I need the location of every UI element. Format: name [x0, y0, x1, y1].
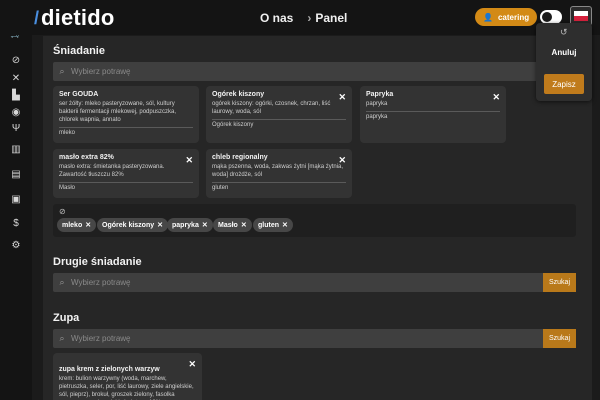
sidebar: » 🛒 ⊘ ✕ ▙ ◉ Ψ ▥ ▤ ▣ $ ⚙	[0, 0, 32, 400]
no-gluten-icon[interactable]: ⊘	[10, 55, 22, 67]
cancel-button[interactable]: Anuluj	[536, 48, 592, 57]
close-icon[interactable]: ✕	[157, 221, 163, 229]
close-icon[interactable]: ✕	[241, 221, 247, 229]
nav-about[interactable]: O nas	[260, 11, 293, 25]
save-popup: ↺ Anuluj Zapisz	[536, 23, 592, 101]
dish-name: Papryka	[366, 91, 394, 98]
divider	[212, 182, 346, 183]
dish-card: ✕ Ogórek kiszony ogórek kiszony: ogórki,…	[206, 86, 352, 143]
dish-allergen: gluten	[212, 185, 229, 191]
allergen-chip[interactable]: mleko ✕	[57, 218, 97, 232]
dish-card: ✕ masło extra 82% masło extra: śmietanka…	[53, 149, 199, 198]
chip-label: Masło	[218, 221, 238, 229]
divider	[366, 111, 500, 112]
save-button[interactable]: Zapisz	[544, 74, 584, 94]
second-breakfast-search[interactable]: ⌕ Szukaj	[53, 273, 576, 292]
search-icon: ⌕	[59, 333, 65, 343]
cutlery-logo-icon: /	[34, 7, 40, 28]
soup-search-input[interactable]	[71, 334, 543, 343]
chip-label: Ogórek kiszony	[102, 221, 155, 229]
settings-icon[interactable]: ⚙	[10, 240, 22, 252]
dish-card: ✕ Papryka papryka papryka	[360, 86, 506, 143]
catering-label: catering	[497, 12, 530, 22]
theme-toggle[interactable]	[540, 10, 562, 24]
dish-card: ✕ chleb regionalny mąka pszenna, woda, z…	[206, 149, 352, 198]
search-icon: ⌕	[59, 66, 65, 76]
dish-name: Ser GOUDA	[59, 91, 99, 98]
allergen-chip[interactable]: Masło ✕	[213, 218, 252, 232]
globe-icon[interactable]: ◉	[10, 107, 22, 119]
dish-card: Ser GOUDA ser żółty: mleko pasteryzowane…	[53, 86, 199, 143]
dish-desc: masło extra: śmietanka pasteryzowana. Za…	[59, 164, 165, 178]
top-nav: O nas › Panel	[260, 11, 347, 25]
search-button[interactable]: Szukaj	[543, 329, 576, 348]
top-bar: / dietido O nas › Panel 👤 catering	[0, 0, 600, 35]
breakfast-search[interactable]: ⌕	[53, 62, 576, 81]
section-title-soup: Zupa	[53, 312, 80, 324]
dish-desc: krem: bulion warzywny (woda, marchew, pi…	[59, 376, 194, 398]
cutlery-icon[interactable]: Ψ	[10, 123, 22, 135]
toggle-knob	[542, 12, 552, 22]
chip-label: gluten	[258, 221, 279, 229]
dish-name: masło extra 82%	[59, 154, 114, 161]
brand-logo[interactable]: / dietido	[34, 5, 115, 31]
soup-search[interactable]: ⌕ Szukaj	[53, 329, 576, 348]
second-breakfast-search-input[interactable]	[71, 278, 543, 287]
divider	[59, 127, 193, 128]
factory-icon[interactable]: ▙	[10, 90, 22, 102]
dish-card: ✕ zupa krem z zielonych warzyw krem: bul…	[53, 353, 202, 400]
main-panel: Śniadanie ⌕ Ser GOUDA ser żółty: mleko p…	[43, 36, 592, 400]
user-icon: 👤	[483, 12, 493, 22]
dish-allergen: Masło	[59, 185, 76, 191]
dish-name: chleb regionalny	[212, 154, 268, 161]
no-gluten-icon: ⊘	[59, 207, 66, 216]
nav-panel-label: Panel	[315, 11, 348, 25]
dish-desc: papryka	[366, 101, 388, 107]
close-icon[interactable]: ✕	[185, 155, 193, 166]
dish-allergen: papryka	[366, 114, 388, 120]
close-icon[interactable]: ✕	[188, 359, 196, 370]
close-icon[interactable]: ✕	[85, 221, 91, 229]
chip-label: papryka	[172, 221, 199, 229]
dish-desc: ogórek kiszony: ogórki, czosnek, chrzan,…	[212, 101, 331, 115]
search-icon: ⌕	[59, 277, 65, 287]
dish-desc: ser żółty: mleko pasteryzowane, sól, kul…	[59, 101, 177, 123]
allergen-chip[interactable]: papryka ✕	[167, 218, 213, 232]
barcode-icon[interactable]: ▥	[10, 144, 22, 156]
search-button[interactable]: Szukaj	[543, 273, 576, 292]
poland-flag-icon	[574, 11, 588, 21]
box-icon[interactable]: ▣	[10, 194, 22, 206]
allergen-chip[interactable]: gluten ✕	[253, 218, 293, 232]
close-icon[interactable]: ✕	[338, 92, 346, 103]
dish-name: Ogórek kiszony	[212, 91, 265, 98]
dish-desc: mąka pszenna, woda, zakwas żytni [mąka ż…	[212, 164, 344, 178]
dollar-icon[interactable]: $	[10, 218, 22, 230]
undo-icon[interactable]: ↺	[560, 27, 568, 38]
close-icon[interactable]: ✕	[282, 221, 288, 229]
dish-allergen: mleko	[59, 130, 76, 136]
dish-allergen: Ogórek kiszony	[212, 122, 254, 128]
app-root: » 🛒 ⊘ ✕ ▙ ◉ Ψ ▥ ▤ ▣ $ ⚙ / dietido O nas …	[0, 0, 600, 400]
close-icon[interactable]: ✕	[338, 155, 346, 166]
section-title-second-breakfast: Drugie śniadanie	[53, 256, 142, 268]
breakfast-search-input[interactable]	[71, 67, 576, 76]
catering-button[interactable]: 👤 catering	[475, 8, 538, 26]
allergen-chip[interactable]: Ogórek kiszony ✕	[97, 218, 169, 232]
section-title-breakfast: Śniadanie	[53, 45, 105, 57]
chip-label: mleko	[62, 221, 83, 229]
divider	[59, 182, 193, 183]
truck-icon[interactable]: ▤	[10, 169, 22, 181]
close-icon[interactable]: ✕	[202, 221, 208, 229]
chevron-right-icon: ›	[307, 11, 312, 25]
dish-name: zupa krem z zielonych warzyw	[59, 366, 160, 373]
brand-name: dietido	[41, 5, 115, 30]
divider	[212, 119, 346, 120]
no-dairy-icon[interactable]: ✕	[10, 73, 22, 85]
nav-panel[interactable]: › Panel	[307, 11, 347, 25]
close-icon[interactable]: ✕	[492, 92, 500, 103]
